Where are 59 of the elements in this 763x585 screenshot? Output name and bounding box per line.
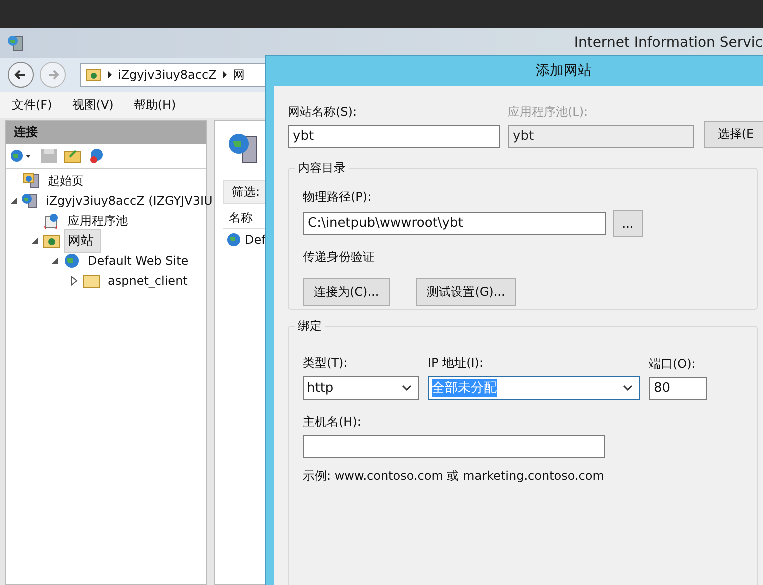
- expanded-arrow-icon[interactable]: [10, 197, 18, 205]
- example-text: 示例: www.contoso.com 或 marketing.contoso.com: [303, 468, 606, 485]
- folder-icon: [86, 68, 102, 82]
- list-item[interactable]: Def: [245, 233, 266, 247]
- auth-label: 传递身份验证: [303, 249, 376, 266]
- host-name-field[interactable]: [303, 435, 605, 458]
- back-button[interactable]: [8, 62, 34, 88]
- back-arrow-icon: [14, 68, 28, 82]
- server-icon: [23, 173, 41, 189]
- menu-item[interactable]: 文件(F): [12, 96, 52, 114]
- tree-item[interactable]: 应用程序池: [64, 210, 132, 232]
- window-title: Internet Information Servic: [574, 35, 763, 51]
- group-title: 内容目录: [297, 160, 347, 177]
- tree-item[interactable]: 网站: [64, 229, 101, 253]
- field-label: 端口(O):: [649, 356, 697, 373]
- field-label: 网站名称(S):: [288, 104, 358, 121]
- field-label: 主机名(H):: [303, 414, 362, 431]
- chevron-down-icon: [623, 385, 633, 391]
- folder-icon[interactable]: [64, 148, 82, 164]
- chevron-icon: [222, 71, 228, 79]
- chevron-icon: [107, 71, 113, 79]
- server-icon: [7, 34, 25, 52]
- collapsed-arrow-icon[interactable]: [71, 276, 79, 286]
- field-label: IP 地址(I):: [428, 355, 485, 372]
- disconnect-icon[interactable]: [88, 148, 106, 164]
- folder-icon: [83, 273, 101, 289]
- type-dropdown[interactable]: http: [303, 376, 419, 400]
- breadcrumb[interactable]: iZgyjv3iuy8accZ: [118, 68, 217, 82]
- port-field[interactable]: 80: [649, 377, 707, 400]
- filter-label: 筛选:: [232, 185, 260, 199]
- menu-item[interactable]: 视图(V): [72, 96, 114, 114]
- menu-item[interactable]: 帮助(H): [134, 96, 176, 114]
- field-label: 类型(T):: [303, 355, 349, 372]
- dialog-button[interactable]: 测试设置(G)...: [416, 278, 516, 306]
- expanded-arrow-icon[interactable]: [31, 237, 39, 245]
- server-icon: [21, 193, 39, 209]
- field-label: 应用程序池(L):: [508, 104, 590, 121]
- chevron-down-icon: [402, 385, 412, 391]
- dialog-button[interactable]: 连接为(C)...: [303, 278, 390, 306]
- app-pool-icon: [43, 213, 61, 229]
- globe-dropdown-icon[interactable]: [10, 148, 34, 164]
- field-label: 物理路径(P):: [303, 189, 373, 206]
- select-button[interactable]: 选择(E: [704, 121, 763, 148]
- globe-icon: [63, 253, 81, 269]
- expanded-arrow-icon[interactable]: [51, 257, 59, 265]
- breadcrumb[interactable]: 网: [232, 66, 245, 84]
- browse-button[interactable]: ...: [613, 210, 643, 237]
- dialog-title: 添加网站: [535, 62, 593, 81]
- tree-item[interactable]: iZgyjv3iuy8accZ (IZGYJV3IU: [42, 192, 217, 210]
- tree-item[interactable]: Default Web Site: [84, 252, 193, 270]
- pane-header: 连接: [6, 121, 206, 144]
- globe-icon: [227, 233, 241, 247]
- site-name-field[interactable]: ybt: [288, 125, 500, 148]
- group-title: 绑定: [297, 318, 323, 335]
- path-field[interactable]: C:\inetpub\wwwroot\ybt: [303, 212, 606, 235]
- tree-item[interactable]: aspnet_client: [104, 272, 192, 290]
- forward-arrow-icon: [46, 68, 60, 82]
- tree-item[interactable]: 起始页: [44, 170, 88, 192]
- folder-icon: [43, 233, 61, 249]
